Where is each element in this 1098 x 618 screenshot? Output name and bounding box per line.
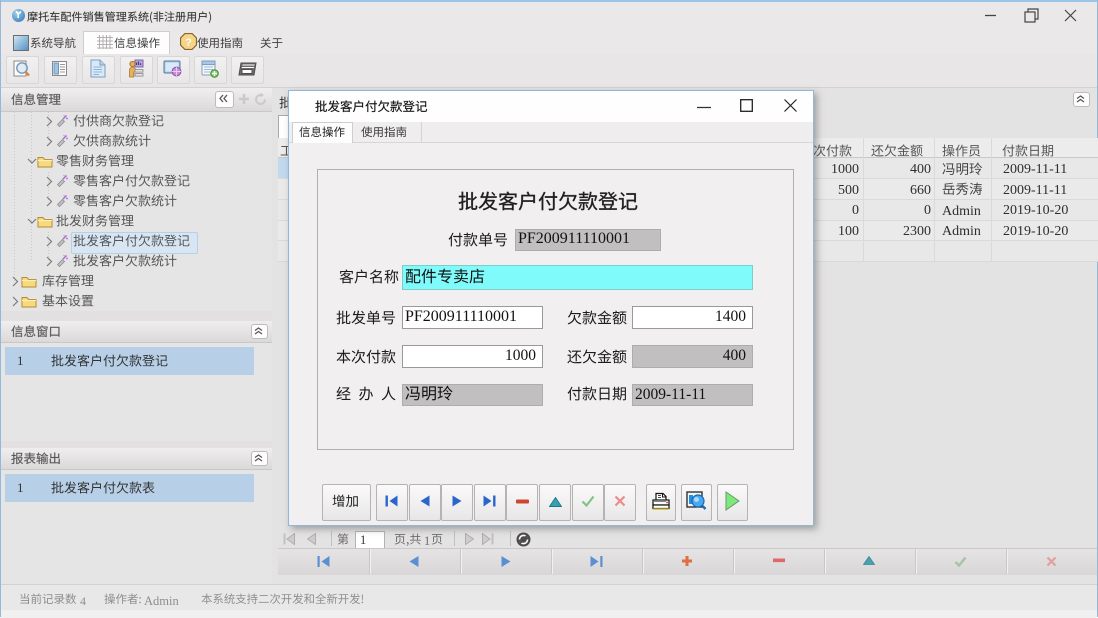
svg-text:?: ? <box>185 37 192 49</box>
